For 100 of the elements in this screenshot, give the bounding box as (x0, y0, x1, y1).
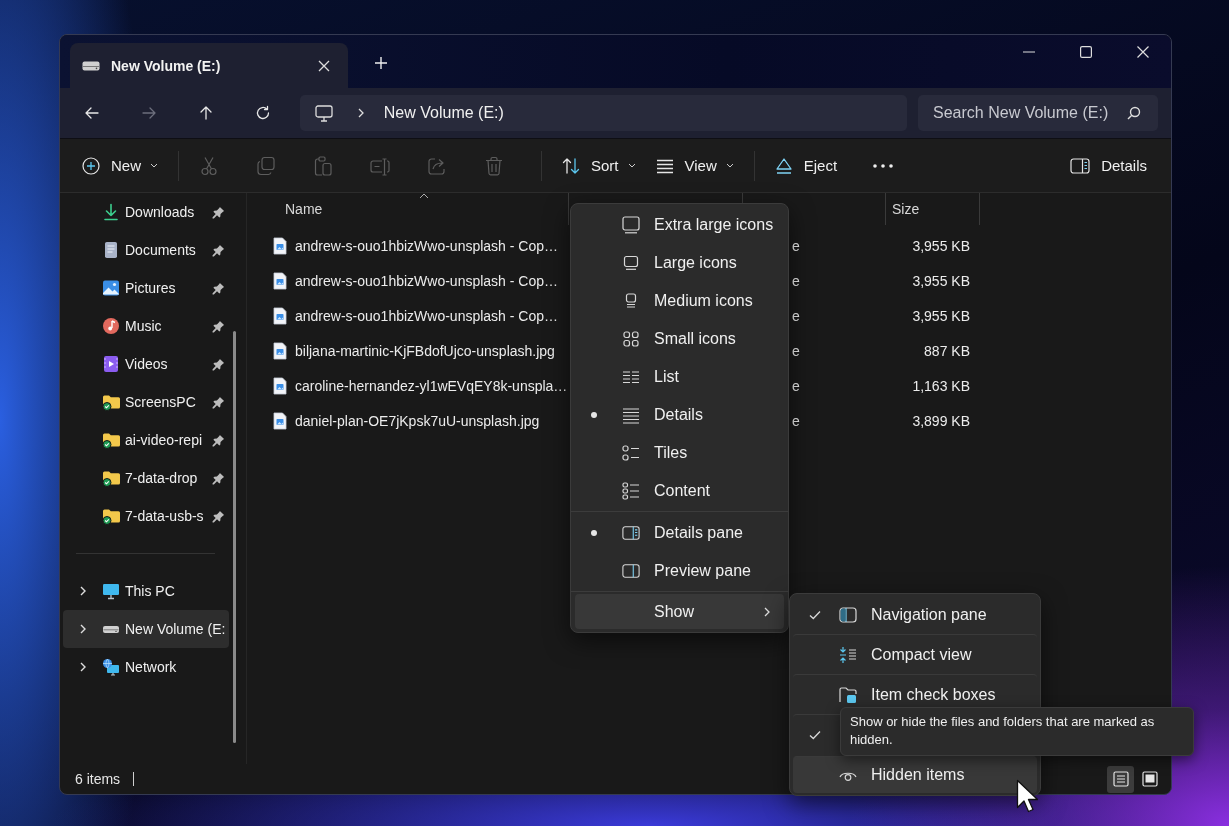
sidebar-item[interactable]: Documents (63, 231, 229, 269)
menu-item[interactable]: Compact view (793, 634, 1037, 674)
sidebar-item[interactable]: Network (63, 648, 229, 686)
scrollbar[interactable] (233, 331, 236, 743)
sort-button[interactable]: Sort (552, 147, 646, 184)
menu-item[interactable]: Small icons (575, 320, 784, 358)
address-bar[interactable]: New Volume (E:) (299, 95, 908, 131)
item-count: 6 items (75, 771, 121, 787)
new-button[interactable]: New (72, 147, 168, 184)
sidebar-item[interactable]: Videos (63, 345, 229, 383)
folder-icon (102, 393, 120, 411)
view-button[interactable]: View (645, 147, 744, 184)
sidebar-item[interactable]: New Volume (E: (63, 610, 229, 648)
column-header[interactable]: Size (885, 193, 979, 225)
tab[interactable]: New Volume (E:) (70, 43, 348, 88)
sidebar-item[interactable]: Music (63, 307, 229, 345)
file-size: 3,955 KB (912, 272, 970, 289)
file-name[interactable]: caroline-hernandez-yl1wEVqEY8k-unspla… (295, 377, 568, 394)
pin-icon (212, 471, 225, 485)
table-cell: e (792, 307, 800, 324)
music-icon (102, 317, 120, 335)
sidebar-item[interactable]: ScreensPC (63, 383, 229, 421)
chevron-right-icon (764, 606, 770, 617)
file-size: 1,163 KB (912, 377, 970, 394)
eject-icon (774, 156, 793, 175)
menu-item[interactable]: Extra large icons (575, 206, 784, 244)
maximize-icon (1080, 45, 1092, 58)
menu-item[interactable]: Details (575, 396, 784, 434)
chevron-right-icon[interactable] (80, 662, 86, 672)
file-name[interactable]: andrew-s-ouo1hbizWwo-unsplash - Cop… (295, 272, 558, 289)
menu-item[interactable]: List (575, 358, 784, 396)
menu-item[interactable]: Hidden items (793, 756, 1037, 793)
caret-icon (627, 163, 636, 168)
folder-icon (102, 431, 120, 449)
menu-item[interactable]: Tiles (575, 434, 784, 472)
file-name[interactable]: andrew-s-ouo1hbizWwo-unsplash - Cop… (295, 307, 558, 324)
chevron-right-icon[interactable] (80, 624, 86, 634)
search-icon[interactable] (1127, 106, 1142, 120)
folder-checkbox-icon (839, 685, 857, 704)
table-cell: e (792, 272, 800, 289)
file-size: 3,899 KB (912, 412, 970, 429)
pin-icon (212, 243, 225, 257)
file-name[interactable]: daniel-plan-OE7jKpsk7uU-unsplash.jpg (295, 412, 540, 429)
list-icon (622, 368, 640, 386)
menu-item[interactable]: Large icons (575, 244, 784, 282)
chevron-up-icon (419, 193, 429, 199)
sidebar-item[interactable]: This PC (63, 572, 229, 610)
drive-icon (82, 60, 100, 71)
details-pane-icon (1070, 157, 1091, 174)
menu-item[interactable]: Show (575, 594, 784, 629)
close-icon (318, 59, 330, 72)
eject-button[interactable]: Eject (764, 147, 848, 184)
table-cell: e (792, 377, 800, 394)
sort-arrows-icon (562, 156, 580, 175)
more-icon (873, 163, 894, 168)
column-header[interactable]: Name (247, 193, 568, 225)
sidebar-item[interactable]: ai-video-repi (63, 421, 229, 459)
details-view-button[interactable] (1107, 765, 1134, 793)
document-icon (102, 241, 120, 259)
sidebar-item[interactable]: 7-data-usb-s (63, 497, 229, 535)
details-pane-icon (622, 524, 640, 542)
side-pane-icon (839, 605, 857, 624)
file-name[interactable]: andrew-s-ouo1hbizWwo-unsplash - Cop… (295, 237, 558, 254)
chevron-right-icon (357, 108, 364, 118)
pin-icon (212, 281, 225, 295)
picture-icon (102, 279, 120, 297)
lines-icon (622, 406, 640, 424)
image-file-icon (273, 306, 287, 325)
monitor-icon (102, 582, 120, 600)
chevron-right-icon[interactable] (80, 586, 86, 596)
copy-icon (256, 155, 276, 176)
file-size: 887 KB (924, 342, 970, 359)
preview-pane-icon (622, 562, 640, 580)
details-button[interactable]: Details (1060, 147, 1157, 184)
content-list-icon (622, 482, 640, 500)
arrow-right-icon (140, 105, 157, 121)
mouse-pointer-icon (1016, 779, 1038, 813)
monitor-icon (314, 104, 333, 122)
search-field[interactable]: Search New Volume (E:) (918, 95, 1159, 131)
sidebar-item[interactable]: Pictures (63, 269, 229, 307)
menu-item[interactable]: Details pane (575, 514, 784, 552)
image-file-icon (273, 376, 287, 395)
refresh-icon (254, 105, 271, 121)
clipboard-icon (313, 155, 333, 176)
share-icon (427, 155, 447, 176)
sidebar-item[interactable]: Downloads (63, 193, 229, 231)
file-name[interactable]: biljana-martinic-KjFBdofUjco-unsplash.jpg (295, 342, 555, 359)
menu-item[interactable]: Preview pane (575, 552, 784, 590)
menu-item[interactable]: Content (575, 472, 784, 510)
menu-item[interactable]: Navigation pane (793, 595, 1037, 634)
close-icon (1137, 45, 1149, 58)
caret-icon (150, 163, 158, 168)
address-segment[interactable]: New Volume (E:) (383, 104, 504, 122)
menu-item[interactable]: Medium icons (575, 282, 784, 320)
arrow-left-icon (83, 105, 100, 121)
folder-icon (102, 507, 120, 525)
table-cell: e (792, 342, 800, 359)
sidebar-item[interactable]: 7-data-drop (63, 459, 229, 497)
large-tile-icon (622, 216, 640, 234)
table-cell: e (792, 237, 800, 254)
